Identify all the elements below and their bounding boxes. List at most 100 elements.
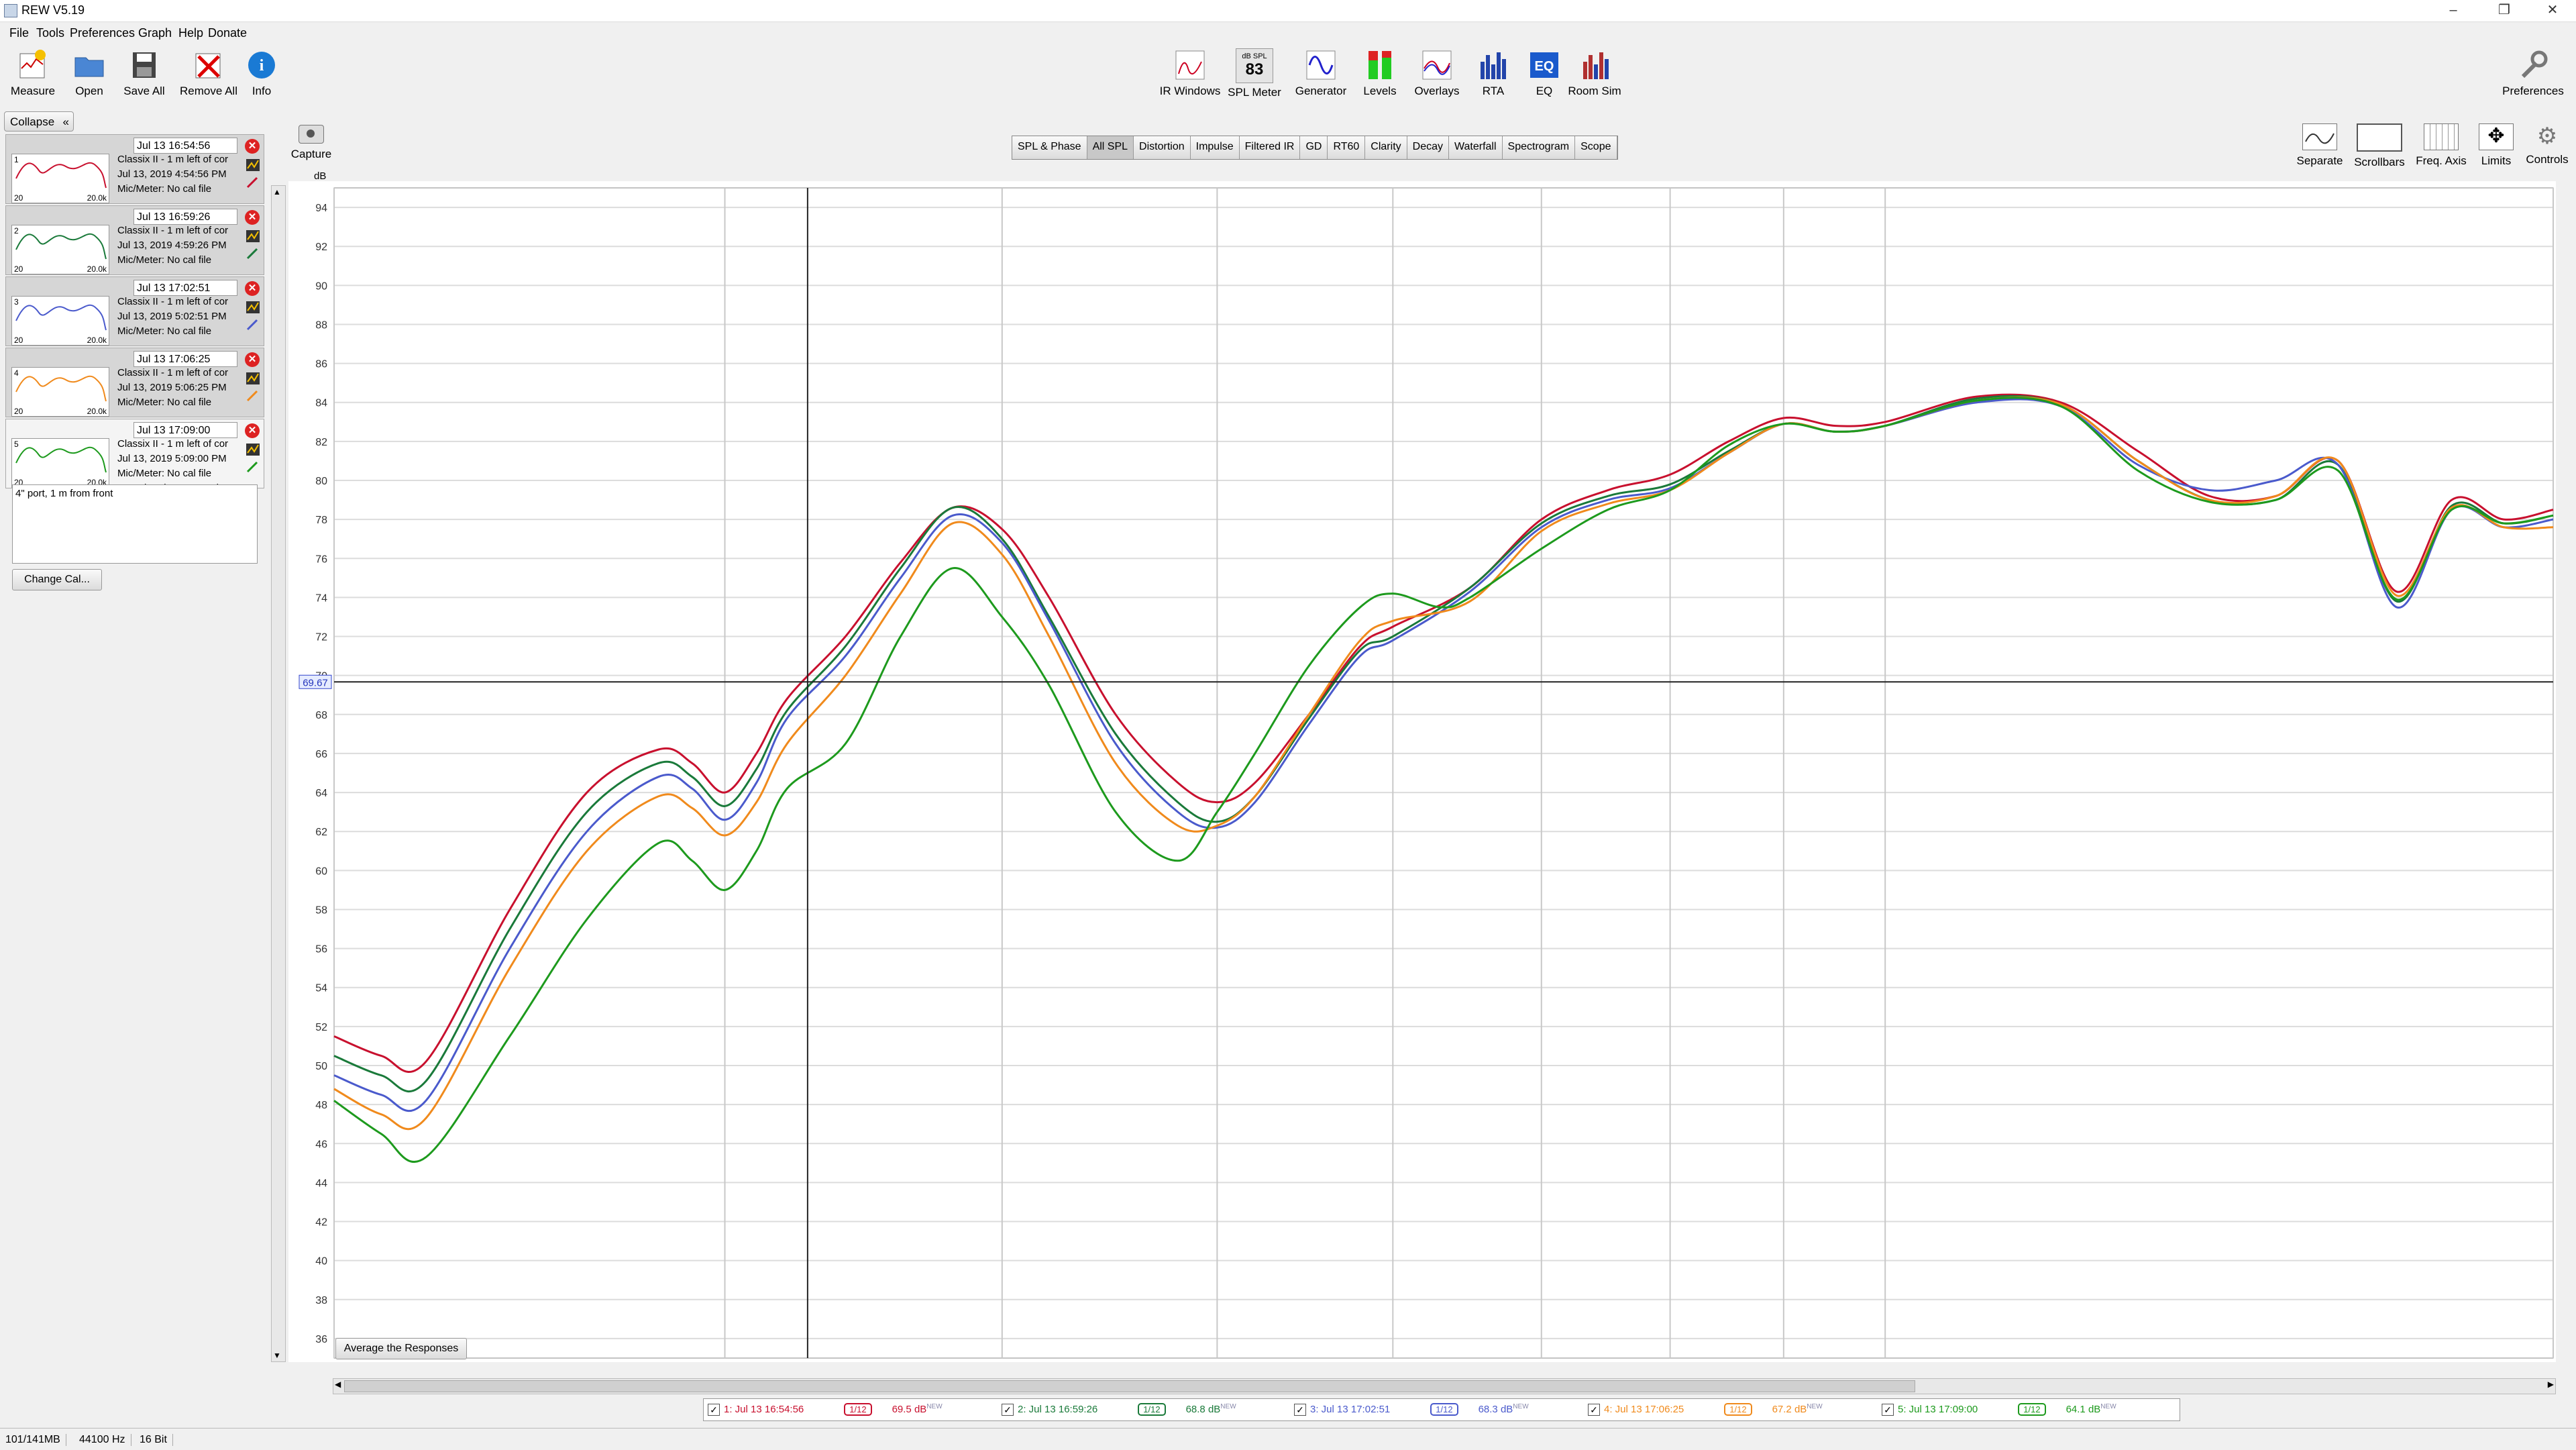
measurement-chart-icon[interactable] <box>246 230 260 242</box>
average-responses-button[interactable]: Average the Responses <box>335 1338 467 1359</box>
measurement-datetime-field[interactable]: Jul 13 17:09:00 <box>133 422 237 438</box>
ir-windows-button[interactable]: IR Windows <box>1158 48 1222 98</box>
spl-graph[interactable]: 3638404244464850525456586062646668707274… <box>288 181 2556 1362</box>
measurement-item[interactable]: Jul 13 17:09:00 ✕ 5 20 20.0k Classix II … <box>5 419 264 494</box>
measurement-chart-icon[interactable] <box>246 301 260 313</box>
scrollbars-button[interactable]: Scrollbars <box>2349 123 2410 169</box>
measurement-datetime-field[interactable]: Jul 13 16:54:56 <box>133 138 237 154</box>
tab-filtered-ir[interactable]: Filtered IR <box>1239 136 1301 159</box>
measurement-chart-icon[interactable] <box>246 444 260 456</box>
levels-button[interactable]: Levels <box>1355 48 1405 98</box>
legend-checkbox[interactable]: ✓ <box>708 1404 720 1416</box>
measurement-pen-icon[interactable] <box>246 461 260 473</box>
measurement-item[interactable]: Jul 13 17:02:51 ✕ 3 20 20.0k Classix II … <box>5 276 264 346</box>
room-sim-button[interactable]: Room Sim <box>1566 48 1623 98</box>
menu-tools[interactable]: Tools <box>36 26 64 40</box>
scroll-left-icon[interactable]: ◀ <box>335 1380 341 1389</box>
controls-button[interactable]: ⚙ Controls <box>2522 123 2572 166</box>
tab-impulse[interactable]: Impulse <box>1190 136 1240 159</box>
tab-all-spl[interactable]: All SPL <box>1087 136 1134 159</box>
legend-level: 69.5 dB <box>892 1404 927 1415</box>
vertical-scrollbar[interactable]: ▲ ▼ <box>271 185 286 1362</box>
y-tick-label: 64 <box>315 788 327 799</box>
legend-checkbox[interactable]: ✓ <box>1294 1404 1306 1416</box>
measurement-mic: Mic/Meter: No cal file <box>117 254 212 266</box>
measurement-pen-icon[interactable] <box>246 390 260 402</box>
menu-help[interactable]: Help <box>178 26 203 40</box>
spl-meter-button[interactable]: dB SPL 83 SPL Meter <box>1226 48 1283 99</box>
capture-button[interactable]: Capture <box>290 125 333 161</box>
bit-depth-status: 16 Bit <box>134 1434 173 1446</box>
measurement-datetime-field[interactable]: Jul 13 16:59:26 <box>133 209 237 225</box>
open-button[interactable]: Open <box>66 48 113 98</box>
tab-spl-phase[interactable]: SPL & Phase <box>1012 136 1087 159</box>
smoothing-button[interactable]: 1/12 <box>844 1403 872 1416</box>
legend-new-tag: NEW <box>2100 1403 2116 1410</box>
measurement-item[interactable]: Jul 13 17:06:25 ✕ 4 20 20.0k Classix II … <box>5 348 264 417</box>
separate-button[interactable]: Separate <box>2293 123 2347 168</box>
measurement-pen-icon[interactable] <box>246 319 260 331</box>
minimize-icon[interactable]: – <box>2431 0 2475 21</box>
measurement-item[interactable]: Jul 13 16:59:26 ✕ 2 20 20.0k Classix II … <box>5 205 264 275</box>
info-button[interactable]: i Info <box>241 48 282 98</box>
measurement-item[interactable]: Jul 13 16:54:56 ✕ 1 20 20.0k Classix II … <box>5 134 264 204</box>
menu-donate[interactable]: Donate <box>208 26 247 40</box>
legend-checkbox[interactable]: ✓ <box>1002 1404 1014 1416</box>
tab-rt60[interactable]: RT60 <box>1328 136 1366 159</box>
close-window-icon[interactable]: ✕ <box>2530 0 2575 21</box>
remove-measurement-icon[interactable]: ✕ <box>245 210 260 225</box>
tab-decay[interactable]: Decay <box>1407 136 1449 159</box>
tab-spectrogram[interactable]: Spectrogram <box>1502 136 1576 159</box>
tab-scope[interactable]: Scope <box>1575 136 1617 159</box>
remove-measurement-icon[interactable]: ✕ <box>245 281 260 296</box>
tab-waterfall[interactable]: Waterfall <box>1449 136 1503 159</box>
scroll-down-icon[interactable]: ▼ <box>273 1351 281 1360</box>
eq-label: EQ <box>1536 85 1553 97</box>
remove-measurement-icon[interactable]: ✕ <box>245 352 260 367</box>
remove-measurement-icon[interactable]: ✕ <box>245 423 260 438</box>
svg-text:i: i <box>260 57 264 74</box>
smoothing-button[interactable]: 1/12 <box>2018 1403 2046 1416</box>
legend-checkbox[interactable]: ✓ <box>1882 1404 1894 1416</box>
measurement-datetime-field[interactable]: Jul 13 17:02:51 <box>133 280 237 296</box>
restore-icon[interactable]: ❐ <box>2482 0 2526 21</box>
generator-button[interactable]: Generator <box>1291 48 1351 98</box>
scroll-up-icon[interactable]: ▲ <box>273 187 281 197</box>
horizontal-scrollbar[interactable]: ◀ ▶ <box>333 1378 2556 1394</box>
eq-button[interactable]: EQ EQ <box>1523 48 1566 98</box>
scroll-right-icon[interactable]: ▶ <box>2548 1380 2554 1389</box>
legend-checkbox[interactable]: ✓ <box>1588 1404 1600 1416</box>
measurement-pen-icon[interactable] <box>246 176 260 189</box>
tab-clarity[interactable]: Clarity <box>1365 136 1407 159</box>
tab-distortion[interactable]: Distortion <box>1134 136 1191 159</box>
preferences-button[interactable]: Preferences <box>2496 48 2571 98</box>
smoothing-button[interactable]: 1/12 <box>1430 1403 1458 1416</box>
window-title: REW V5.19 <box>21 3 85 17</box>
freq-axis-button[interactable]: Freq. Axis <box>2412 123 2470 168</box>
menu-preferences[interactable]: Preferences <box>70 26 135 40</box>
y-tick-label: 58 <box>315 904 327 916</box>
remove-all-button[interactable]: Remove All <box>178 48 239 98</box>
change-cal-button[interactable]: Change Cal... <box>12 569 102 590</box>
save-all-button[interactable]: Save All <box>121 48 168 98</box>
legend-item: ✓ 5: Jul 13 17:09:00 1/12 64.1 dBNEW <box>1882 1403 2116 1416</box>
measurement-notes[interactable]: 4" port, 1 m from front <box>12 484 258 564</box>
measurement-thumbnail: 3 20 20.0k <box>11 296 109 346</box>
overlays-button[interactable]: Overlays <box>1410 48 1464 98</box>
measurement-chart-icon[interactable] <box>246 372 260 384</box>
measurement-pen-icon[interactable] <box>246 248 260 260</box>
measurement-date_full: Jul 13, 2019 5:09:00 PM <box>117 453 227 464</box>
remove-measurement-icon[interactable]: ✕ <box>245 139 260 154</box>
smoothing-button[interactable]: 1/12 <box>1138 1403 1166 1416</box>
rta-button[interactable]: RTA <box>1472 48 1515 98</box>
measurement-chart-icon[interactable] <box>246 159 260 171</box>
scroll-thumb[interactable] <box>344 1380 1915 1392</box>
limits-button[interactable]: ✥ Limits <box>2473 123 2520 168</box>
measure-button[interactable]: Measure <box>9 48 56 98</box>
tab-gd[interactable]: GD <box>1300 136 1328 159</box>
menu-graph[interactable]: Graph <box>138 26 172 40</box>
menu-file[interactable]: File <box>9 26 29 40</box>
smoothing-button[interactable]: 1/12 <box>1724 1403 1752 1416</box>
measurement-datetime-field[interactable]: Jul 13 17:06:25 <box>133 351 237 367</box>
collapse-button[interactable]: Collapse « <box>4 111 74 132</box>
